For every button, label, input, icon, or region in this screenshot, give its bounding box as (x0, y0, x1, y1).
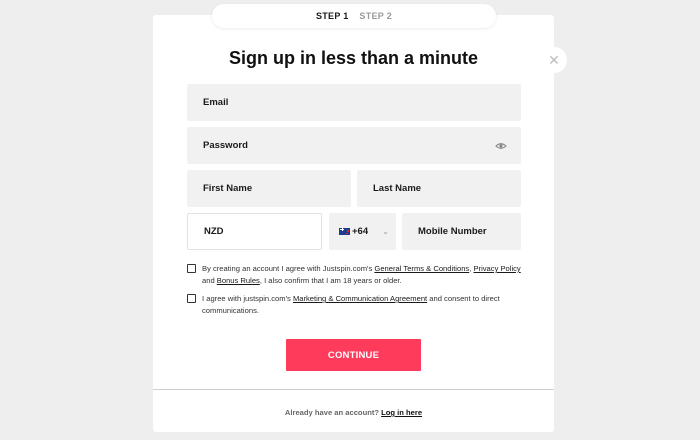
step-indicator: STEP 1 STEP 2 (212, 4, 496, 28)
page-title: Sign up in less than a minute (228, 48, 479, 68)
last-name-placeholder: Last Name (373, 183, 422, 194)
email-placeholder: Email (203, 97, 229, 108)
password-field[interactable]: Password (187, 127, 521, 164)
marketing-prefix: I agree with justspin.com's (202, 294, 293, 303)
country-code: +64 (352, 226, 369, 237)
continue-button[interactable]: CONTINUE (286, 339, 421, 371)
last-name-field[interactable]: Last Name (357, 170, 521, 207)
terms-suffix: , I also confirm that I am 18 years or o… (259, 276, 402, 285)
eye-icon[interactable] (495, 140, 507, 152)
terms-checkbox[interactable] (187, 264, 196, 273)
email-field[interactable]: Email (187, 84, 521, 121)
terms-prefix: By creating an account I agree with Just… (202, 264, 375, 273)
first-name-field[interactable]: First Name (187, 170, 351, 207)
mobile-placeholder: Mobile Number (418, 226, 487, 237)
privacy-policy-link[interactable]: Privacy Policy (473, 264, 520, 273)
chevron-down-icon: ⌄ (382, 227, 389, 236)
currency-select[interactable]: NZD (187, 213, 322, 250)
step-2-label: STEP 2 (359, 11, 393, 21)
mobile-number-field[interactable]: Mobile Number (402, 213, 521, 250)
divider (153, 389, 554, 390)
terms-link[interactable]: General Terms & Conditions (374, 264, 469, 273)
terms-text: By creating an account I agree with Just… (202, 263, 522, 287)
login-link[interactable]: Log in here (381, 408, 422, 417)
step-1-label: STEP 1 (315, 11, 349, 21)
nz-flag-icon (339, 228, 350, 235)
first-name-placeholder: First Name (203, 183, 253, 194)
country-code-select[interactable]: +64 ⌄ (329, 213, 396, 250)
password-placeholder: Password (203, 140, 248, 151)
login-prompt-text: Already have an account? (284, 408, 382, 417)
marketing-checkbox[interactable] (187, 294, 196, 303)
marketing-agreement-link[interactable]: Marketing & Communication Agreement (293, 294, 427, 303)
terms-mid: and (202, 276, 217, 285)
bonus-rules-link[interactable]: Bonus Rules (217, 276, 260, 285)
login-prompt: Already have an account? Log in here (153, 408, 554, 417)
currency-value: NZD (204, 226, 224, 237)
marketing-text: I agree with justspin.com's Marketing & … (202, 293, 522, 317)
